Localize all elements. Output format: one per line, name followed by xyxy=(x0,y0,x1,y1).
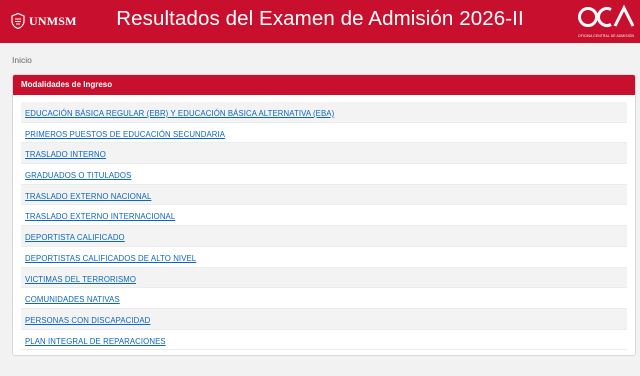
modalidad-link-primeros-puestos[interactable]: PRIMEROS PUESTOS DE EDUCACIÓN SECUNDARIA xyxy=(25,130,225,139)
oca-logo-icon xyxy=(578,4,635,27)
top-header: UNMSM Resultados del Examen de Admisión … xyxy=(0,0,640,43)
modalidades-panel: Modalidades de Ingreso EDUCACIÓN BÁSICA … xyxy=(12,74,636,356)
modalidad-link-plan-reparaciones[interactable]: PLAN INTEGRAL DE REPARACIONES xyxy=(25,337,166,346)
list-item: PLAN INTEGRAL DE REPARACIONES xyxy=(21,330,627,351)
breadcrumb[interactable]: Inicio xyxy=(12,55,32,65)
list-item: TRASLADO EXTERNO NACIONAL xyxy=(21,184,627,206)
modalidad-link-deportistas-alto-nivel[interactable]: DEPORTISTAS CALIFICADOS DE ALTO NIVEL xyxy=(25,254,196,263)
list-item: VICTIMAS DEL TERRORISMO xyxy=(21,267,627,289)
list-item: TRASLADO EXTERNO INTERNACIONAL xyxy=(21,205,627,227)
list-item: DEPORTISTAS CALIFICADOS DE ALTO NIVEL xyxy=(21,247,627,268)
list-item: DEPORTISTA CALIFICADO xyxy=(21,226,627,247)
modalidad-link-deportista-calificado[interactable]: DEPORTISTA CALIFICADO xyxy=(25,233,125,242)
modalidades-list: EDUCACIÓN BÁSICA REGULAR (EBR) Y EDUCACI… xyxy=(21,102,627,351)
modalidad-link-victimas-terrorismo[interactable]: VICTIMAS DEL TERRORISMO xyxy=(25,275,136,284)
modalidad-link-discapacidad[interactable]: PERSONAS CON DISCAPACIDAD xyxy=(25,316,150,325)
modalidad-link-traslado-externo-nacional[interactable]: TRASLADO EXTERNO NACIONAL xyxy=(25,192,151,201)
modalidad-link-graduados[interactable]: GRADUADOS O TITULADOS xyxy=(25,171,131,180)
list-item: COMUNIDADES NATIVAS xyxy=(21,288,627,309)
list-item: PERSONAS CON DISCAPACIDAD xyxy=(21,308,627,330)
page-title: Resultados del Examen de Admisión 2026-I… xyxy=(116,7,524,30)
list-item: GRADUADOS O TITULADOS xyxy=(21,164,627,185)
list-item: PRIMEROS PUESTOS DE EDUCACIÓN SECUNDARIA xyxy=(21,123,627,144)
panel-title: Modalidades de Ingreso xyxy=(13,75,635,95)
oca-logo[interactable]: OFICINA CENTRAL DE ADMISIÓN xyxy=(578,4,635,38)
modalidad-link-comunidades-nativas[interactable]: COMUNIDADES NATIVAS xyxy=(25,295,120,304)
list-item: TRASLADO INTERNO xyxy=(21,143,627,165)
modalidad-link-traslado-interno[interactable]: TRASLADO INTERNO xyxy=(25,150,106,159)
modalidad-link-traslado-externo-internacional[interactable]: TRASLADO EXTERNO INTERNACIONAL xyxy=(25,212,175,221)
modalidad-link-ebr-eba[interactable]: EDUCACIÓN BÁSICA REGULAR (EBR) Y EDUCACI… xyxy=(25,109,334,118)
list-item: EDUCACIÓN BÁSICA REGULAR (EBR) Y EDUCACI… xyxy=(21,102,627,123)
oca-subtitle: OFICINA CENTRAL DE ADMISIÓN xyxy=(578,34,635,38)
